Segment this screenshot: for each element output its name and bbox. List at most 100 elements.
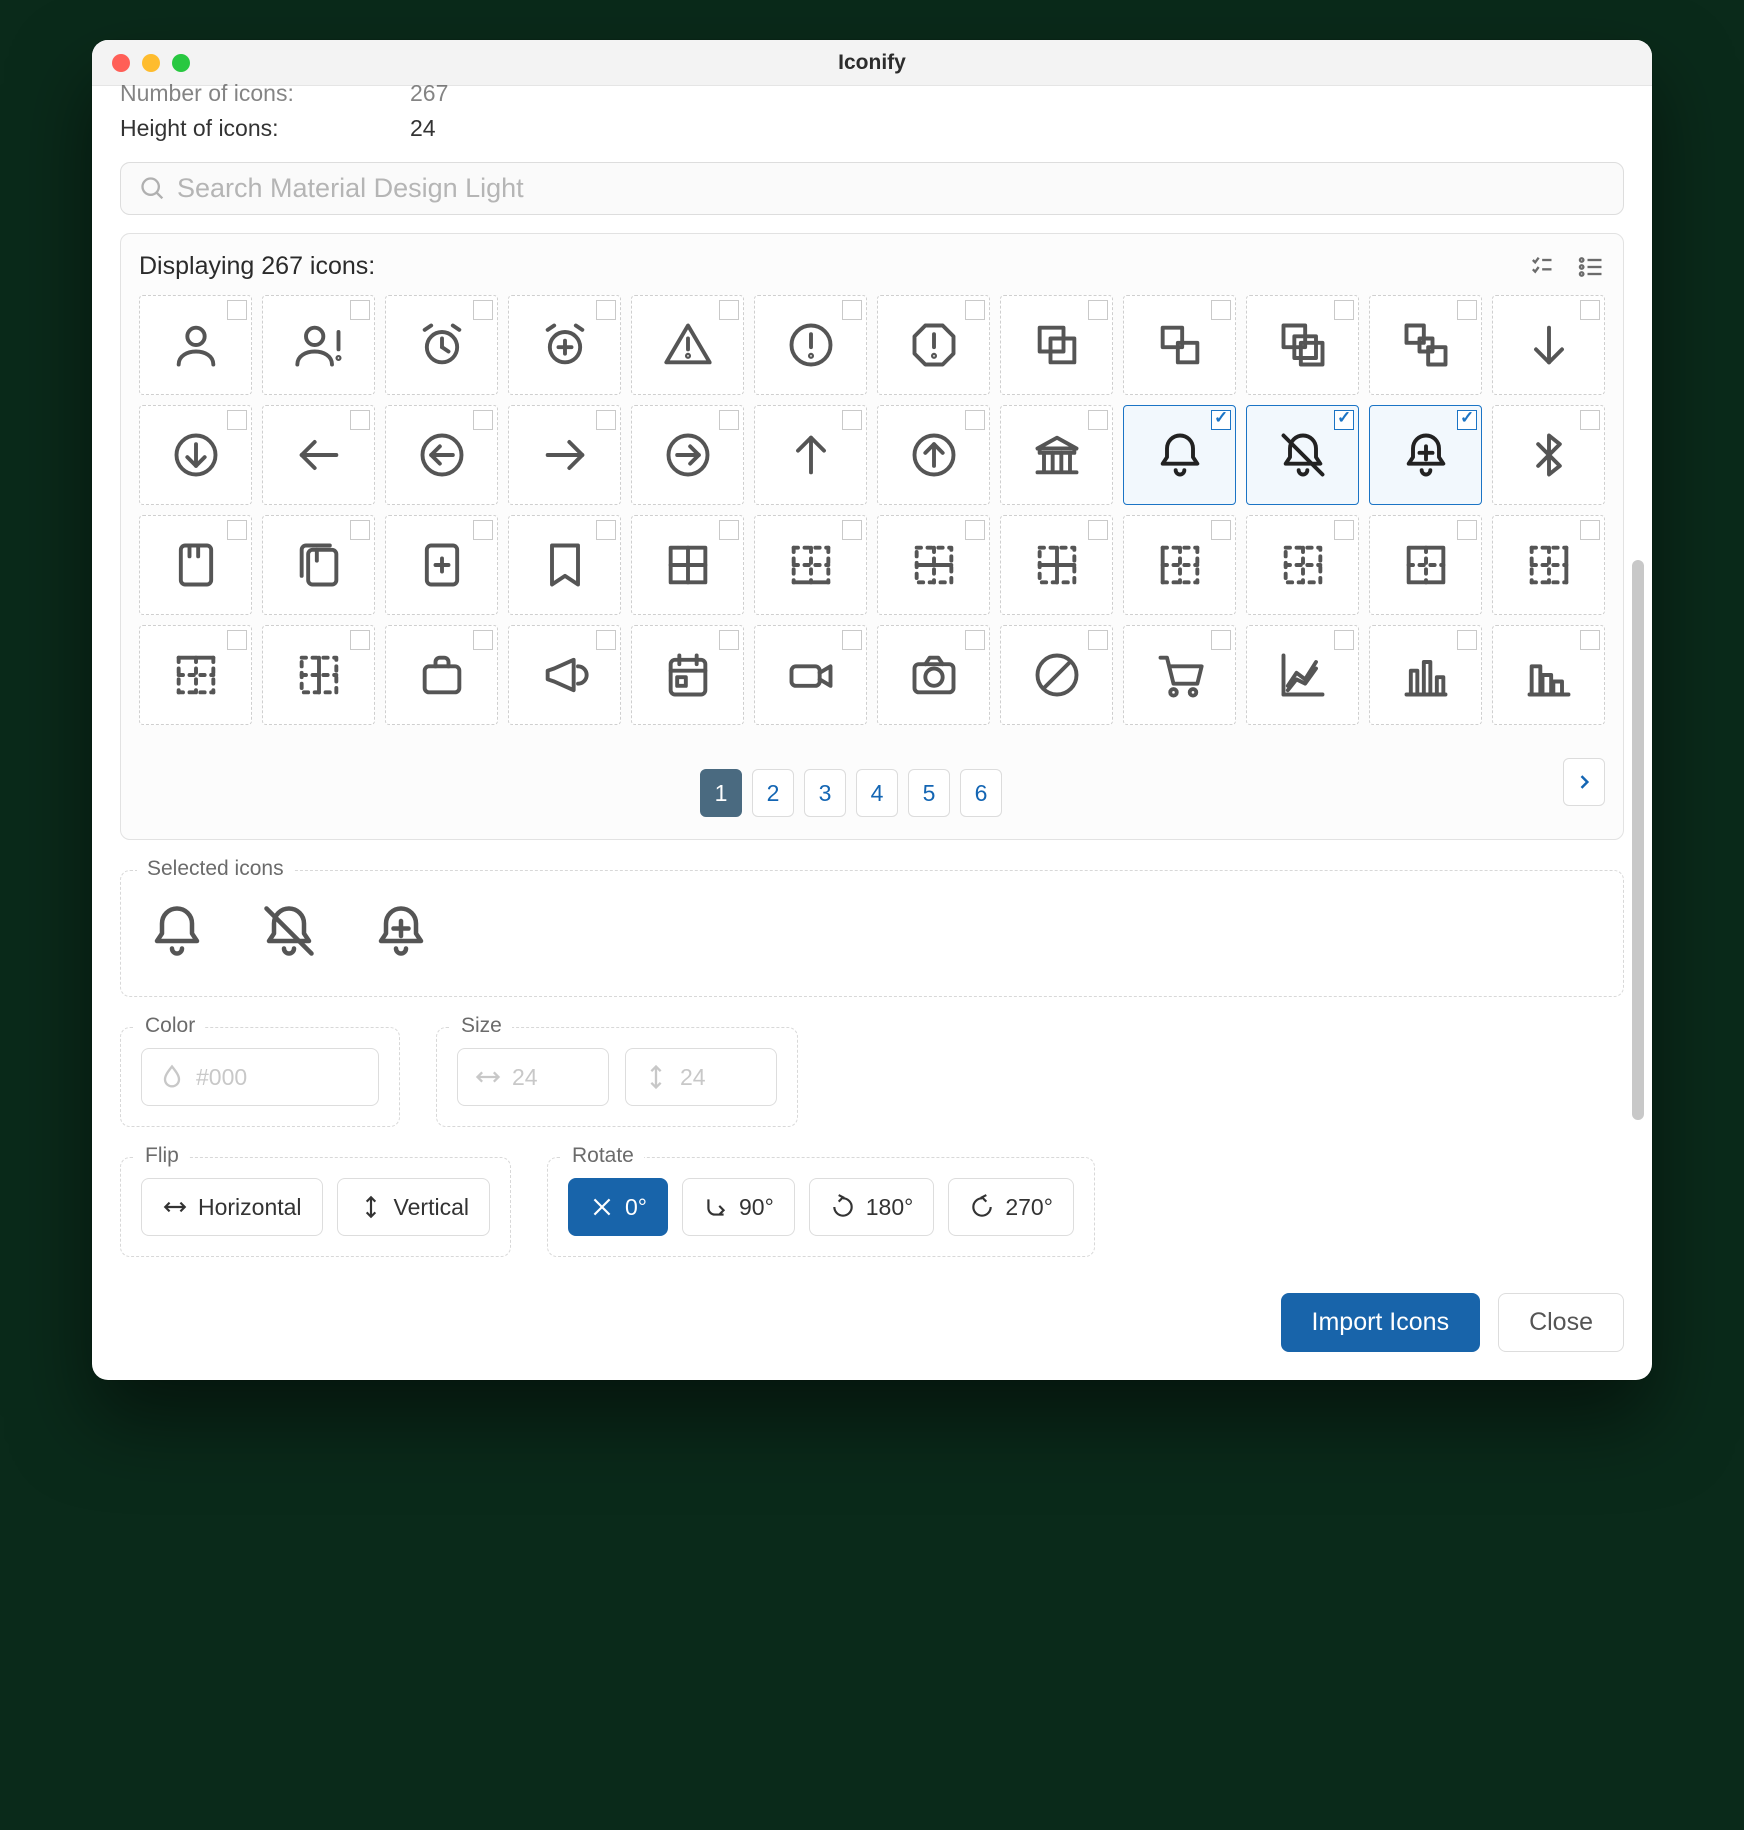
select-checkbox[interactable] (596, 410, 616, 430)
height-input[interactable] (680, 1064, 760, 1091)
icon-cancel[interactable] (1000, 625, 1113, 725)
select-checkbox[interactable] (965, 410, 985, 430)
icon-arrange-send-to-back[interactable] (1369, 295, 1482, 395)
select-checkbox[interactable] (596, 630, 616, 650)
select-checkbox[interactable] (1580, 410, 1600, 430)
icon-bell-plus[interactable] (1369, 405, 1482, 505)
select-checkbox[interactable] (1088, 520, 1108, 540)
icon-arrow-right-circle[interactable] (631, 405, 744, 505)
select-checkbox[interactable] (350, 410, 370, 430)
icon-chart-histogram[interactable] (1492, 625, 1605, 725)
select-checkbox[interactable] (965, 300, 985, 320)
select-checkbox[interactable] (473, 410, 493, 430)
page-3[interactable]: 3 (804, 769, 846, 817)
vertical-scrollbar[interactable] (1632, 560, 1644, 1120)
icon-bank[interactable] (1000, 405, 1113, 505)
icon-alert-circle[interactable] (754, 295, 867, 395)
icon-arrow-left[interactable] (262, 405, 375, 505)
close-window-button[interactable] (112, 54, 130, 72)
icon-book[interactable] (139, 515, 252, 615)
icon-alert-triangle[interactable] (631, 295, 744, 395)
select-checkbox[interactable] (965, 520, 985, 540)
icon-bell[interactable] (1123, 405, 1236, 505)
icon-chart-areaspline[interactable] (1246, 625, 1359, 725)
list-view-icon[interactable] (1577, 253, 1605, 281)
select-checkbox[interactable] (842, 520, 862, 540)
select-checkbox[interactable] (719, 520, 739, 540)
icon-border-right[interactable] (1492, 515, 1605, 615)
select-checkbox[interactable] (596, 520, 616, 540)
select-checkbox[interactable] (842, 300, 862, 320)
select-checkbox[interactable] (227, 410, 247, 430)
checklist-view-icon[interactable] (1527, 253, 1555, 281)
icon-arrow-down[interactable] (1492, 295, 1605, 395)
icon-border-left[interactable] (1123, 515, 1236, 615)
width-input[interactable] (512, 1064, 592, 1091)
select-checkbox[interactable] (1088, 630, 1108, 650)
icon-book-multiple[interactable] (262, 515, 375, 615)
icon-border-bottom[interactable] (754, 515, 867, 615)
icon-camera[interactable] (877, 625, 990, 725)
rotate-90-button[interactable]: 90° (682, 1178, 795, 1236)
select-checkbox[interactable] (350, 630, 370, 650)
page-2[interactable]: 2 (752, 769, 794, 817)
select-checkbox[interactable] (1334, 520, 1354, 540)
next-page-button[interactable] (1563, 758, 1605, 806)
icon-cart[interactable] (1123, 625, 1236, 725)
icon-briefcase[interactable] (385, 625, 498, 725)
icon-alert-octagon[interactable] (877, 295, 990, 395)
import-icons-button[interactable]: Import Icons (1281, 1293, 1481, 1352)
page-6[interactable]: 6 (960, 769, 1002, 817)
icon-bell-off[interactable] (1246, 405, 1359, 505)
search-field[interactable] (120, 162, 1624, 215)
select-checkbox[interactable] (719, 630, 739, 650)
icon-book-plus[interactable] (385, 515, 498, 615)
selected-bell[interactable] (147, 901, 207, 966)
color-input[interactable] (196, 1064, 276, 1091)
icon-arrange-send-backward[interactable] (1123, 295, 1236, 395)
color-field[interactable] (141, 1048, 379, 1106)
icon-account-alert[interactable] (262, 295, 375, 395)
icon-alarm[interactable] (385, 295, 498, 395)
close-button[interactable]: Close (1498, 1293, 1624, 1352)
select-checkbox[interactable] (1457, 520, 1477, 540)
select-checkbox[interactable] (1088, 300, 1108, 320)
select-checkbox[interactable] (1211, 520, 1231, 540)
select-checkbox[interactable] (1334, 630, 1354, 650)
select-checkbox[interactable] (842, 410, 862, 430)
select-checkbox[interactable] (1580, 630, 1600, 650)
icon-camcorder[interactable] (754, 625, 867, 725)
select-checkbox[interactable] (227, 300, 247, 320)
icon-arrange-bring-forward[interactable] (1000, 295, 1113, 395)
icon-bookmark[interactable] (508, 515, 621, 615)
selected-bell-plus[interactable] (371, 901, 431, 966)
select-checkbox[interactable] (1211, 300, 1231, 320)
select-checkbox[interactable] (350, 520, 370, 540)
icon-border-none[interactable] (1246, 515, 1359, 615)
icon-arrow-right[interactable] (508, 405, 621, 505)
zoom-window-button[interactable] (172, 54, 190, 72)
page-4[interactable]: 4 (856, 769, 898, 817)
select-checkbox[interactable] (1334, 410, 1354, 430)
select-checkbox[interactable] (842, 630, 862, 650)
search-input[interactable] (177, 173, 1605, 204)
icon-arrow-up[interactable] (754, 405, 867, 505)
select-checkbox[interactable] (1457, 410, 1477, 430)
icon-arrow-left-circle[interactable] (385, 405, 498, 505)
icon-border-inside[interactable] (1000, 515, 1113, 615)
rotate-180-button[interactable]: 180° (809, 1178, 935, 1236)
select-checkbox[interactable] (719, 300, 739, 320)
rotate-0-button[interactable]: 0° (568, 1178, 668, 1236)
icon-bullhorn[interactable] (508, 625, 621, 725)
select-checkbox[interactable] (473, 300, 493, 320)
icon-account[interactable] (139, 295, 252, 395)
select-checkbox[interactable] (1457, 630, 1477, 650)
select-checkbox[interactable] (473, 520, 493, 540)
rotate-270-button[interactable]: 270° (948, 1178, 1074, 1236)
flip-horizontal-button[interactable]: Horizontal (141, 1178, 323, 1236)
page-5[interactable]: 5 (908, 769, 950, 817)
icon-border-outside[interactable] (1369, 515, 1482, 615)
select-checkbox[interactable] (1088, 410, 1108, 430)
icon-arrange-bring-to-front[interactable] (1246, 295, 1359, 395)
icon-calendar[interactable] (631, 625, 744, 725)
